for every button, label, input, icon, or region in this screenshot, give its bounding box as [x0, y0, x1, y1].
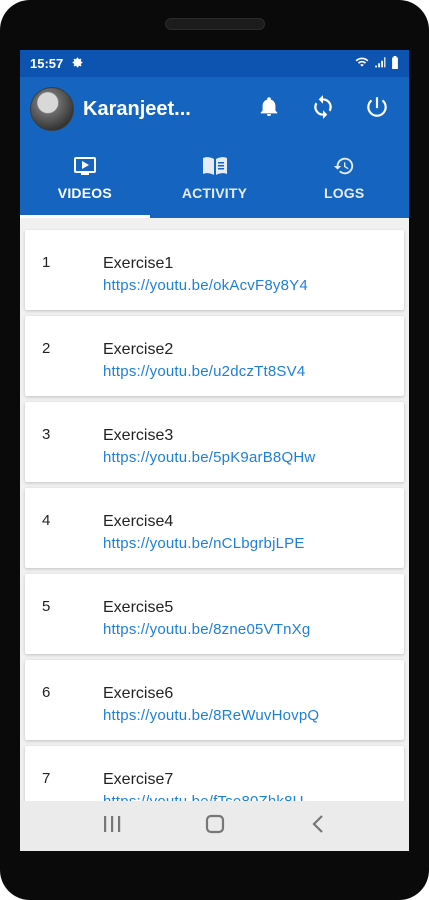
item-index: 4	[42, 512, 51, 529]
item-title: Exercise2	[103, 341, 174, 358]
item-title: Exercise3	[103, 427, 174, 444]
item-index: 7	[42, 770, 51, 787]
home-button[interactable]	[195, 806, 235, 846]
phone-speaker	[165, 18, 265, 30]
avatar[interactable]	[30, 87, 74, 131]
tab-logs[interactable]: LOGS	[279, 141, 409, 218]
item-index: 5	[42, 598, 51, 615]
user-name: Karanjeet...	[83, 97, 191, 120]
item-index: 2	[42, 340, 51, 357]
tab-label-videos: VIDEOS	[57, 184, 112, 201]
recents-button[interactable]	[92, 806, 132, 846]
list-item[interactable]: 4 Exercise4 https://youtu.be/nCLbgrbjLPE	[25, 488, 404, 568]
list-item[interactable]: 6 Exercise6 https://youtu.be/8ReWuvHovpQ	[25, 660, 404, 740]
app-screen: 15:57 Karanjeet... VIDEOS ACTIVITY LOGS …	[20, 50, 409, 851]
item-title: Exercise5	[103, 599, 174, 616]
item-link[interactable]: https://youtu.be/8zne05VTnXg	[103, 621, 310, 638]
item-link[interactable]: https://youtu.be/fTse80Zhk8U	[103, 793, 304, 801]
app-bar: Karanjeet...	[20, 77, 409, 141]
item-index: 1	[42, 254, 51, 271]
item-title: Exercise7	[103, 771, 174, 788]
tab-bar: VIDEOS ACTIVITY LOGS	[20, 141, 409, 218]
signal-icon	[374, 56, 386, 71]
phone-frame: 15:57 Karanjeet... VIDEOS ACTIVITY LOGS …	[0, 0, 429, 900]
recents-icon	[102, 815, 122, 838]
item-title: Exercise4	[103, 513, 174, 530]
tab-videos[interactable]: VIDEOS	[20, 141, 150, 218]
home-icon	[205, 814, 225, 839]
tab-label-activity: ACTIVITY	[181, 184, 248, 201]
power-icon	[364, 94, 390, 125]
item-title: Exercise1	[103, 255, 174, 272]
wifi-icon	[355, 56, 369, 71]
item-link[interactable]: https://youtu.be/8ReWuvHovpQ	[103, 707, 319, 724]
tab-label-logs: LOGS	[323, 184, 365, 201]
notifications-button[interactable]	[253, 93, 285, 125]
bell-icon	[258, 95, 280, 124]
power-button[interactable]	[361, 93, 393, 125]
item-link[interactable]: https://youtu.be/okAcvF8y8Y4	[103, 277, 308, 294]
status-bar: 15:57	[20, 50, 409, 77]
sync-button[interactable]	[307, 93, 339, 125]
video-list[interactable]: 1 Exercise1 https://youtu.be/okAcvF8y8Y4…	[20, 218, 409, 801]
history-icon	[332, 153, 356, 179]
list-item[interactable]: 3 Exercise3 https://youtu.be/5pK9arB8QHw	[25, 402, 404, 482]
item-index: 3	[42, 426, 51, 443]
settings-gear-icon	[71, 56, 84, 72]
item-index: 6	[42, 684, 51, 701]
item-link[interactable]: https://youtu.be/5pK9arB8QHw	[103, 449, 315, 466]
sync-icon	[310, 94, 336, 125]
list-item[interactable]: 1 Exercise1 https://youtu.be/okAcvF8y8Y4	[25, 230, 404, 310]
item-link[interactable]: https://youtu.be/u2dczTt8SV4	[103, 363, 305, 380]
item-link[interactable]: https://youtu.be/nCLbgrbjLPE	[103, 535, 305, 552]
tab-activity[interactable]: ACTIVITY	[150, 141, 280, 218]
back-button[interactable]	[298, 806, 338, 846]
status-time: 15:57	[30, 56, 64, 71]
list-item[interactable]: 5 Exercise5 https://youtu.be/8zne05VTnXg	[25, 574, 404, 654]
battery-icon	[391, 55, 399, 72]
chevron-left-icon	[311, 814, 325, 839]
item-title: Exercise6	[103, 685, 174, 702]
system-nav-bar	[20, 801, 409, 851]
list-item[interactable]: 2 Exercise2 https://youtu.be/u2dczTt8SV4	[25, 316, 404, 396]
book-icon	[202, 153, 228, 179]
list-item[interactable]: 7 Exercise7 https://youtu.be/fTse80Zhk8U	[25, 746, 404, 801]
play-video-icon	[73, 153, 97, 179]
